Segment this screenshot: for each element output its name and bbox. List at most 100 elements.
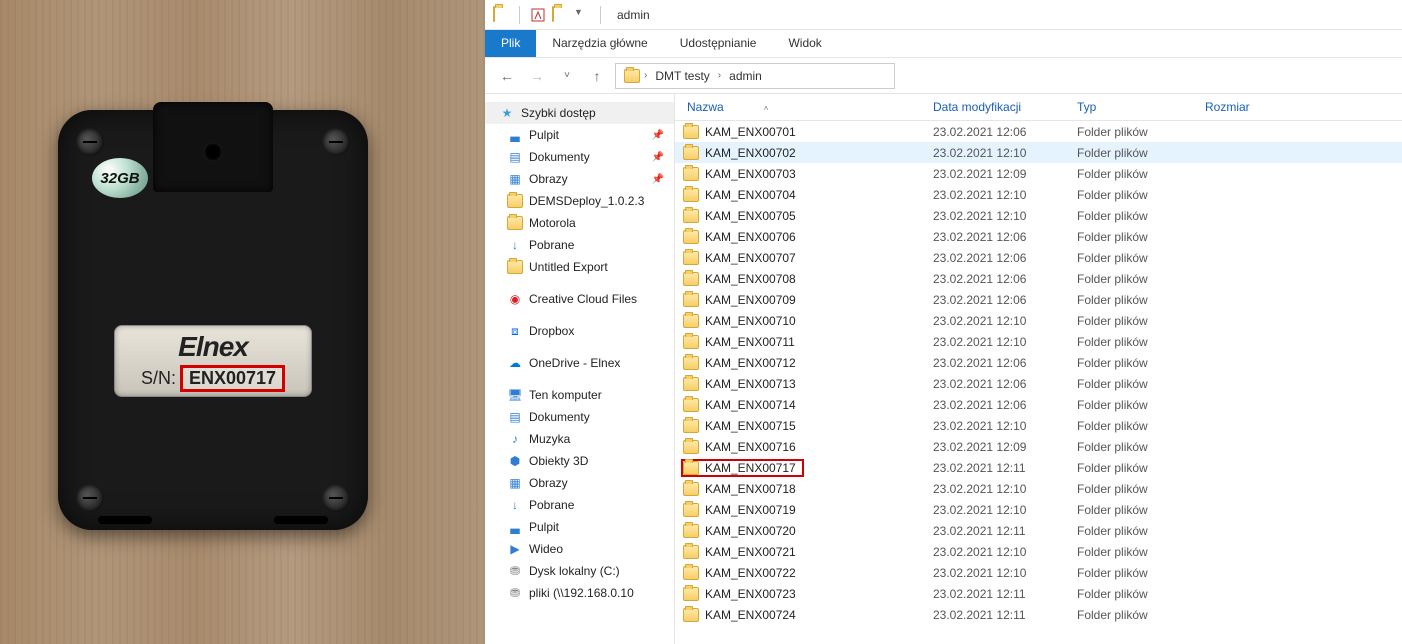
folder-icon bbox=[683, 209, 699, 223]
column-header-type[interactable]: Typ bbox=[1077, 100, 1205, 114]
nav-folder-untitled[interactable]: Untitled Export bbox=[485, 256, 674, 278]
file-name: KAM_ENX00722 bbox=[705, 566, 796, 580]
file-type: Folder plików bbox=[1077, 482, 1205, 496]
nav-label: Dokumenty bbox=[529, 150, 590, 164]
table-row[interactable]: KAM_ENX0070323.02.2021 12:09Folder plikó… bbox=[675, 163, 1402, 184]
nav-pc-downloads[interactable]: ↓Pobrane bbox=[485, 494, 674, 516]
column-header-size[interactable]: Rozmiar bbox=[1205, 100, 1295, 114]
file-date: 23.02.2021 12:06 bbox=[933, 251, 1077, 265]
file-type: Folder plików bbox=[1077, 524, 1205, 538]
ribbon-tab-home[interactable]: Narzędzia główne bbox=[536, 30, 663, 57]
table-row[interactable]: KAM_ENX0070923.02.2021 12:06Folder plikó… bbox=[675, 289, 1402, 310]
folder-icon bbox=[683, 482, 699, 496]
table-row[interactable]: KAM_ENX0071723.02.2021 12:11Folder plikó… bbox=[675, 457, 1402, 478]
downloads-icon: ↓ bbox=[507, 497, 523, 513]
nav-desktop[interactable]: ▃Pulpit📌 bbox=[485, 124, 674, 146]
pictures-icon: ▦ bbox=[507, 475, 523, 491]
nav-label: Dropbox bbox=[529, 324, 574, 338]
file-type: Folder plików bbox=[1077, 440, 1205, 454]
column-header-date[interactable]: Data modyfikacji bbox=[933, 100, 1077, 114]
file-date: 23.02.2021 12:11 bbox=[933, 461, 1077, 475]
nav-label: Pulpit bbox=[529, 128, 559, 142]
nav-downloads[interactable]: ↓Pobrane bbox=[485, 234, 674, 256]
folder-icon bbox=[683, 545, 699, 559]
nav-folder-motorola[interactable]: Motorola bbox=[485, 212, 674, 234]
chevron-right-icon: › bbox=[644, 70, 647, 81]
brand-text: Elnex bbox=[178, 331, 248, 363]
table-row[interactable]: KAM_ENX0070823.02.2021 12:06Folder plikó… bbox=[675, 268, 1402, 289]
folder-icon bbox=[683, 377, 699, 391]
nav-folder-dems[interactable]: DEMSDeploy_1.0.2.3 bbox=[485, 190, 674, 212]
table-row[interactable]: KAM_ENX0070523.02.2021 12:10Folder plikó… bbox=[675, 205, 1402, 226]
nav-network-share[interactable]: ⛃pliki (\\192.168.0.10 bbox=[485, 582, 674, 604]
column-headers: Nazwa˄ Data modyfikacji Typ Rozmiar bbox=[675, 94, 1402, 121]
nav-pictures[interactable]: ▦Obrazy📌 bbox=[485, 168, 674, 190]
nav-this-pc[interactable]: 🖥Ten komputer bbox=[485, 384, 674, 406]
table-row[interactable]: KAM_ENX0070723.02.2021 12:06Folder plikó… bbox=[675, 247, 1402, 268]
nav-label: Pobrane bbox=[529, 238, 574, 252]
nav-label: Obiekty 3D bbox=[529, 454, 588, 468]
breadcrumb-segment[interactable]: admin bbox=[725, 69, 766, 83]
file-date: 23.02.2021 12:11 bbox=[933, 608, 1077, 622]
table-row[interactable]: KAM_ENX0070623.02.2021 12:06Folder plikó… bbox=[675, 226, 1402, 247]
address-bar: ← → ˅ ↑ › DMT testy › admin bbox=[485, 58, 1402, 94]
file-type: Folder plików bbox=[1077, 608, 1205, 622]
nav-label: OneDrive - Elnex bbox=[529, 356, 620, 370]
nav-recent-dropdown[interactable]: ˅ bbox=[555, 64, 579, 88]
file-type: Folder plików bbox=[1077, 335, 1205, 349]
nav-onedrive[interactable]: ☁OneDrive - Elnex bbox=[485, 352, 674, 374]
table-row[interactable]: KAM_ENX0070123.02.2021 12:06Folder plikó… bbox=[675, 121, 1402, 142]
table-row[interactable]: KAM_ENX0071223.02.2021 12:06Folder plikó… bbox=[675, 352, 1402, 373]
table-row[interactable]: KAM_ENX0070223.02.2021 12:10Folder plikó… bbox=[675, 142, 1402, 163]
navigation-pane[interactable]: ★ Szybki dostęp ▃Pulpit📌 ▤Dokumenty📌 ▦Ob… bbox=[485, 94, 675, 644]
star-icon: ★ bbox=[499, 105, 515, 121]
nav-quick-access[interactable]: ★ Szybki dostęp bbox=[485, 102, 674, 124]
table-row[interactable]: KAM_ENX0071123.02.2021 12:10Folder plikó… bbox=[675, 331, 1402, 352]
folder-icon bbox=[683, 167, 699, 181]
table-row[interactable]: KAM_ENX0071623.02.2021 12:09Folder plikó… bbox=[675, 436, 1402, 457]
ribbon-tab-file[interactable]: Plik bbox=[485, 30, 536, 57]
nav-dropbox[interactable]: ⧈Dropbox bbox=[485, 320, 674, 342]
nav-up-button[interactable]: ↑ bbox=[585, 64, 609, 88]
table-row[interactable]: KAM_ENX0071423.02.2021 12:06Folder plikó… bbox=[675, 394, 1402, 415]
table-row[interactable]: KAM_ENX0071923.02.2021 12:10Folder plikó… bbox=[675, 499, 1402, 520]
table-row[interactable]: KAM_ENX0071323.02.2021 12:06Folder plikó… bbox=[675, 373, 1402, 394]
file-name: KAM_ENX00723 bbox=[705, 587, 796, 601]
ribbon-tab-view[interactable]: Widok bbox=[772, 30, 837, 57]
folder-qat-icon[interactable] bbox=[552, 7, 568, 23]
nav-pc-3d[interactable]: ⬢Obiekty 3D bbox=[485, 450, 674, 472]
chevron-right-icon: › bbox=[718, 70, 721, 81]
nav-pc-pictures[interactable]: ▦Obrazy bbox=[485, 472, 674, 494]
nav-documents[interactable]: ▤Dokumenty📌 bbox=[485, 146, 674, 168]
table-row[interactable]: KAM_ENX0072023.02.2021 12:11Folder plikó… bbox=[675, 520, 1402, 541]
serial-label-plate: Elnex S/N: ENX00717 bbox=[114, 325, 312, 397]
pc-icon: 🖥 bbox=[507, 387, 523, 403]
folder-icon bbox=[683, 503, 699, 517]
nav-pc-music[interactable]: ♪Muzyka bbox=[485, 428, 674, 450]
nav-pc-videos[interactable]: ▶Wideo bbox=[485, 538, 674, 560]
table-row[interactable]: KAM_ENX0071823.02.2021 12:10Folder plikó… bbox=[675, 478, 1402, 499]
table-row[interactable]: KAM_ENX0071523.02.2021 12:10Folder plikó… bbox=[675, 415, 1402, 436]
file-explorer-window: ▼ admin Plik Narzędzia główne Udostępnia… bbox=[485, 0, 1402, 644]
nav-label: Szybki dostęp bbox=[521, 106, 596, 120]
nav-back-button[interactable]: ← bbox=[495, 64, 519, 88]
file-name: KAM_ENX00716 bbox=[705, 440, 796, 454]
table-row[interactable]: KAM_ENX0072123.02.2021 12:10Folder plikó… bbox=[675, 541, 1402, 562]
table-row[interactable]: KAM_ENX0072223.02.2021 12:10Folder plikó… bbox=[675, 562, 1402, 583]
nav-forward-button[interactable]: → bbox=[525, 64, 549, 88]
table-row[interactable]: KAM_ENX0071023.02.2021 12:10Folder plikó… bbox=[675, 310, 1402, 331]
nav-pc-desktop[interactable]: ▃Pulpit bbox=[485, 516, 674, 538]
file-date: 23.02.2021 12:06 bbox=[933, 377, 1077, 391]
column-header-name[interactable]: Nazwa˄ bbox=[683, 100, 933, 114]
nav-pc-documents[interactable]: ▤Dokumenty bbox=[485, 406, 674, 428]
nav-pc-disk-c[interactable]: ⛃Dysk lokalny (C:) bbox=[485, 560, 674, 582]
ribbon-tab-share[interactable]: Udostępnianie bbox=[664, 30, 773, 57]
qat-dropdown-icon[interactable]: ▼ bbox=[574, 7, 590, 23]
nav-creative-cloud[interactable]: ◉Creative Cloud Files bbox=[485, 288, 674, 310]
table-row[interactable]: KAM_ENX0070423.02.2021 12:10Folder plikó… bbox=[675, 184, 1402, 205]
properties-qat-icon[interactable] bbox=[530, 7, 546, 23]
breadcrumb-box[interactable]: › DMT testy › admin bbox=[615, 63, 895, 89]
table-row[interactable]: KAM_ENX0072423.02.2021 12:11Folder plikó… bbox=[675, 604, 1402, 625]
table-row[interactable]: KAM_ENX0072323.02.2021 12:11Folder plikó… bbox=[675, 583, 1402, 604]
breadcrumb-segment[interactable]: DMT testy bbox=[651, 69, 713, 83]
